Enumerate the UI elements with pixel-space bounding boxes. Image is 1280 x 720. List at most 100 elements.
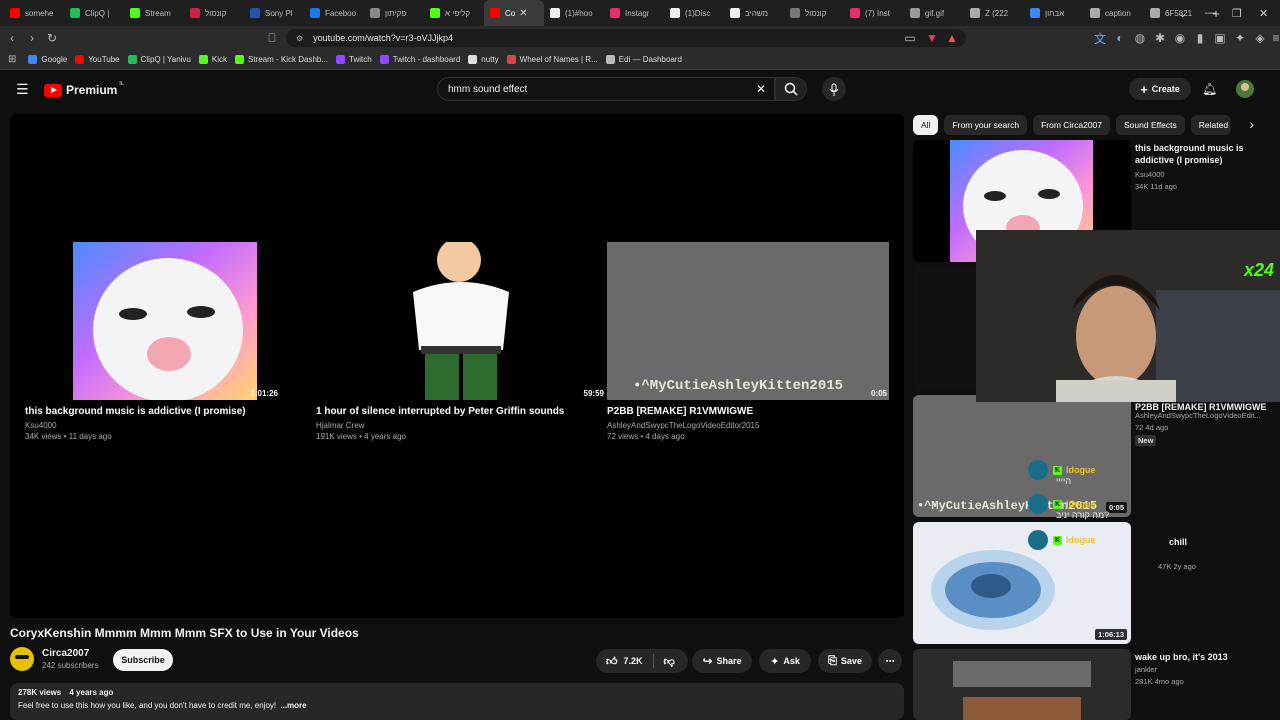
close-tab-icon[interactable]: ✕ (519, 8, 527, 19)
tab-favicon-icon (430, 8, 440, 18)
description-box[interactable]: 278K views 4 years ago Feel free to use … (10, 683, 904, 720)
bookmark-item[interactable]: nutty (468, 55, 499, 64)
browser-tab[interactable]: אבחון (1024, 0, 1084, 26)
browser-tab[interactable]: caption (1084, 0, 1144, 26)
forward-icon[interactable]: › (22, 31, 42, 45)
brave-shield-icon[interactable]: ▼ (922, 31, 942, 45)
more-actions-icon[interactable]: ⋯ (878, 649, 902, 673)
bookmark-item[interactable]: Google (28, 55, 67, 64)
voice-search-button[interactable] (822, 77, 846, 101)
share-button[interactable]: ↪ Share (692, 649, 752, 673)
bookmark-item[interactable]: Stream - Kick Dashb... (235, 55, 328, 64)
screen-cast-icon[interactable]: ▭ (900, 31, 920, 45)
notifications-bell-icon[interactable]: 🔔︎ (1202, 82, 1217, 96)
endcard-thumbnail[interactable]: •^MyCutieAshleyKitten2015 0:05 (607, 242, 889, 400)
browser-tab[interactable]: (1)#hoo (544, 0, 604, 26)
minimize-button[interactable]: — (1205, 0, 1216, 26)
back-icon[interactable]: ‹ (2, 31, 22, 45)
chat-avatar (1028, 530, 1048, 550)
browser-tab[interactable]: ClipQ | (64, 0, 124, 26)
bookmark-item[interactable]: Wheel of Names | R... (506, 55, 598, 64)
bookmark-item[interactable]: YouTube (75, 55, 120, 64)
save-button[interactable]: ⎘ Save (818, 649, 872, 673)
browser-tab[interactable]: Sony Pl (244, 0, 304, 26)
maximize-button[interactable]: ❐ (1232, 0, 1242, 26)
browser-tab[interactable]: קונסול (784, 0, 844, 26)
subscribe-button[interactable]: Subscribe (113, 649, 173, 671)
browser-tab[interactable]: Z (222 (964, 0, 1024, 26)
tab-favicon-icon (1030, 8, 1040, 18)
recommendation-item[interactable]: wake up bro, it's 2013 jankler 281K 4mo … (913, 649, 1280, 720)
video-player[interactable]: 1:01:26 this background music is addicti… (10, 114, 904, 618)
translate-icon[interactable]: 文 (1090, 30, 1110, 47)
browser-tab[interactable]: משהיב (724, 0, 784, 26)
rec-channel[interactable]: Ksu4000 (1135, 170, 1165, 179)
leo-ai-icon[interactable]: ✦ (1230, 31, 1250, 45)
endcard-video-2[interactable]: 59:59 1 hour of silence interrupted by P… (316, 242, 606, 441)
browser-tab[interactable]: Faceboo (304, 0, 364, 26)
extension-icon[interactable]: ◐ (1110, 31, 1130, 45)
hamburger-menu-icon[interactable]: ☰ (16, 81, 29, 98)
rewards-icon[interactable]: ▲ (942, 31, 962, 45)
rec-channel[interactable]: jankler (1135, 665, 1157, 674)
reload-icon[interactable]: ↻ (42, 31, 62, 45)
browser-tab[interactable]: (1)Disc (664, 0, 724, 26)
chip-sound-effects[interactable]: Sound Effects (1116, 115, 1185, 135)
extension-2-icon[interactable]: ◍ (1130, 31, 1150, 45)
endcard-thumbnail[interactable]: 1:01:26 (25, 242, 280, 400)
browser-tab[interactable]: (7) Inst (844, 0, 904, 26)
tab-favicon-icon (730, 8, 740, 18)
browser-tab[interactable]: Stream (124, 0, 184, 26)
tab-title: gif.gif (925, 8, 945, 18)
browser-tab[interactable]: somehe (4, 0, 64, 26)
avatar[interactable] (1236, 80, 1254, 98)
bookmark-item[interactable]: Edi — Dashboard (605, 55, 682, 64)
site-info-icon[interactable]: ⚙ (296, 34, 303, 43)
rec-title[interactable]: chill (1169, 536, 1280, 548)
chip-all[interactable]: All (913, 115, 939, 135)
browser-tab[interactable]: Co ✕ (484, 0, 544, 26)
create-button[interactable]: + Create (1129, 78, 1191, 100)
rec-thumbnail[interactable] (913, 649, 1131, 720)
endcard-thumbnail[interactable]: 59:59 (316, 242, 606, 400)
sidebar-icon[interactable]: ▮ (1190, 31, 1210, 45)
rec-title[interactable]: this background music is addictive (I pr… (1135, 142, 1275, 166)
apps-grid-icon[interactable]: ⊞ (8, 54, 16, 65)
channel-name[interactable]: Circa2007 (42, 648, 98, 659)
endcard-video-3[interactable]: •^MyCutieAshleyKitten2015 0:05 P2BB [REM… (607, 242, 889, 441)
bookmark-item[interactable]: Kick (198, 55, 227, 64)
extensions-puzzle-icon[interactable]: ✱ (1150, 31, 1170, 45)
extension-3-icon[interactable]: ◉ (1170, 31, 1190, 45)
bookmark-icon[interactable]: ⎕ (262, 31, 282, 46)
url-field[interactable]: ⚙ youtube.com/watch?v=r3-oVJJjkp4 (286, 29, 966, 47)
channel-avatar[interactable] (10, 647, 34, 671)
bookmark-item[interactable]: Twitch - dashboard (379, 55, 460, 64)
chips-next-icon[interactable]: › (1249, 116, 1254, 132)
browser-tab[interactable]: 6F5821 (1144, 0, 1204, 26)
browser-tab[interactable]: Instagr (604, 0, 664, 26)
close-window-button[interactable]: ✕ (1259, 0, 1268, 26)
browser-tab[interactable]: פקיתון (364, 0, 424, 26)
endcard-video-1[interactable]: 1:01:26 this background music is addicti… (25, 242, 280, 441)
dislike-icon[interactable]: 👎︎ (664, 655, 675, 668)
browser-tab[interactable]: קונסול (184, 0, 244, 26)
tab-search-icon[interactable]: ⌄ (1178, 0, 1187, 26)
chip-from-channel[interactable]: From Circa2007 (1033, 115, 1110, 135)
clear-search-icon[interactable]: ✕ (756, 82, 766, 96)
youtube-premium-logo[interactable]: Premium IL (44, 81, 124, 97)
description-more-link[interactable]: ...more (280, 701, 306, 710)
rec-title[interactable]: wake up bro, it's 2013 (1135, 651, 1275, 663)
wallet-icon[interactable]: ▣ (1210, 31, 1230, 45)
menu-icon[interactable]: ≡ (1266, 31, 1280, 45)
ask-button[interactable]: ✦ Ask (759, 649, 811, 673)
bookmark-item[interactable]: Twitch (336, 55, 372, 64)
chip-from-your-search[interactable]: From your search (944, 115, 1028, 135)
chip-related[interactable]: Related (1190, 115, 1231, 135)
bookmark-item[interactable]: ClipQ | Yanivu (127, 55, 191, 64)
like-icon[interactable]: 👍︎ (606, 655, 618, 668)
browser-tab[interactable]: קליפי א (424, 0, 484, 26)
like-count[interactable]: 7.2K (624, 656, 643, 666)
browser-tab[interactable]: gif.gif (904, 0, 964, 26)
search-input[interactable]: hmm sound effect ✕ (437, 77, 775, 101)
search-button[interactable] (775, 77, 807, 101)
